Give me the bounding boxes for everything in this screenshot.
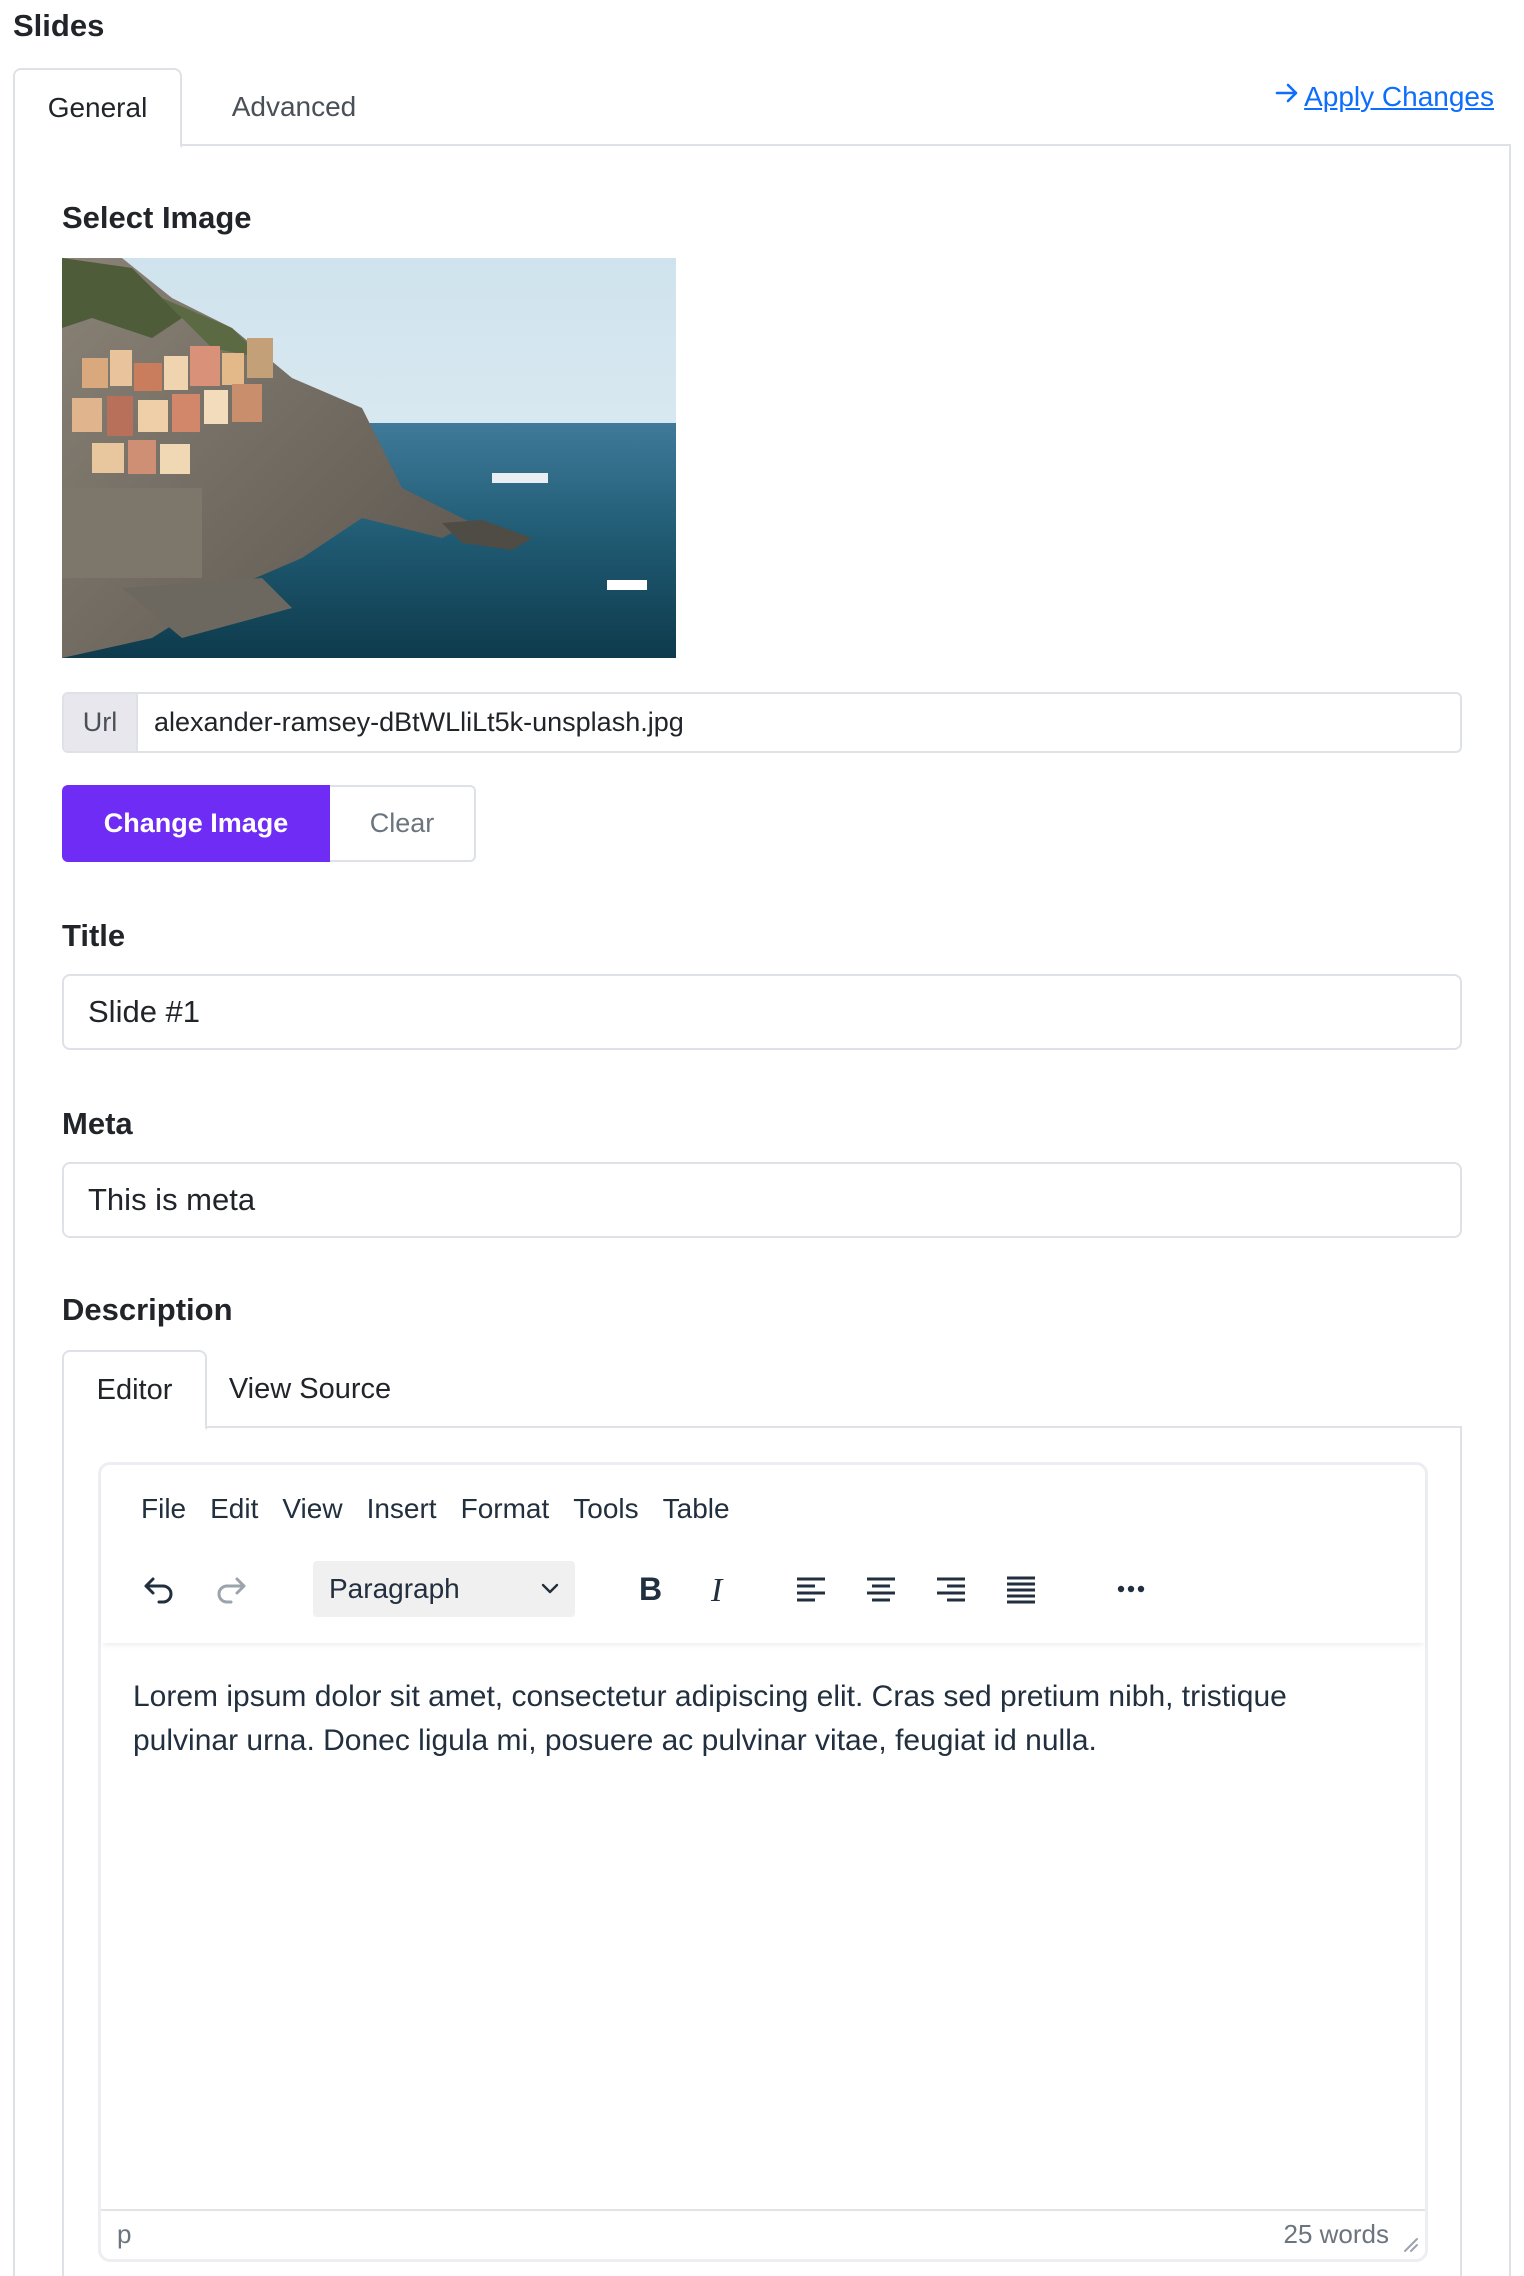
editor-statusbar: p 25 words [101, 2209, 1425, 2259]
editor-toolbar: Paragraph B I [123, 1561, 1403, 1617]
chevron-down-icon [537, 1575, 563, 1608]
apply-changes-link[interactable]: Apply Changes [1274, 80, 1494, 113]
align-right-icon[interactable] [923, 1561, 979, 1617]
italic-icon[interactable]: I [691, 1561, 747, 1617]
tab-view-source[interactable]: View Source [207, 1350, 413, 1428]
select-image-label: Select Image [62, 200, 252, 235]
menu-table[interactable]: Table [651, 1487, 742, 1531]
menu-edit[interactable]: Edit [198, 1487, 270, 1531]
block-format-select[interactable]: Paragraph [313, 1561, 575, 1617]
svg-text:I: I [710, 1572, 724, 1607]
element-path[interactable]: p [117, 2219, 131, 2250]
arrow-right-icon [1274, 80, 1300, 113]
menu-tools[interactable]: Tools [561, 1487, 650, 1531]
apply-changes-label: Apply Changes [1304, 80, 1494, 112]
bold-icon[interactable]: B [621, 1561, 677, 1617]
editor-content[interactable]: Lorem ipsum dolor sit amet, consectetur … [133, 1675, 1393, 1763]
block-format-value: Paragraph [329, 1573, 460, 1604]
tab-editor[interactable]: Editor [62, 1350, 207, 1430]
title-input[interactable]: Slide #1 [62, 974, 1462, 1050]
menu-file[interactable]: File [129, 1487, 198, 1531]
menu-insert[interactable]: Insert [355, 1487, 449, 1531]
url-prefix-label: Url [64, 694, 138, 751]
svg-text:B: B [639, 1571, 662, 1607]
tab-general[interactable]: General [13, 68, 182, 148]
clear-image-button[interactable]: Clear [330, 785, 476, 862]
align-center-icon[interactable] [853, 1561, 909, 1617]
image-preview [62, 258, 676, 658]
word-count[interactable]: 25 words [1284, 2219, 1390, 2250]
align-left-icon[interactable] [783, 1561, 839, 1617]
redo-icon[interactable] [203, 1561, 259, 1617]
image-url-field[interactable]: Url alexander-ramsey-dBtWLliLt5k-unsplas… [62, 692, 1462, 753]
meta-label: Meta [62, 1106, 133, 1141]
menu-format[interactable]: Format [449, 1487, 562, 1531]
undo-icon[interactable] [131, 1561, 187, 1617]
resize-handle-icon[interactable] [1401, 2235, 1419, 2253]
align-justify-icon[interactable] [993, 1561, 1049, 1617]
editor-menubar: File Edit View Insert Format Tools Table [129, 1487, 742, 1531]
editor-header: File Edit View Insert Format Tools Table… [101, 1465, 1425, 1643]
rich-text-editor: File Edit View Insert Format Tools Table… [98, 1462, 1428, 2262]
meta-input[interactable]: This is meta [62, 1162, 1462, 1238]
page-title: Slides [13, 8, 105, 43]
description-label: Description [62, 1292, 233, 1327]
more-icon[interactable] [1103, 1561, 1159, 1617]
description-tab-bar: Editor View Source [62, 1350, 1462, 1430]
title-label: Title [62, 918, 126, 953]
menu-view[interactable]: View [270, 1487, 354, 1531]
tab-advanced[interactable]: Advanced [182, 68, 406, 146]
change-image-button[interactable]: Change Image [62, 785, 330, 862]
image-url-value[interactable]: alexander-ramsey-dBtWLliLt5k-unsplash.jp… [138, 694, 1460, 751]
